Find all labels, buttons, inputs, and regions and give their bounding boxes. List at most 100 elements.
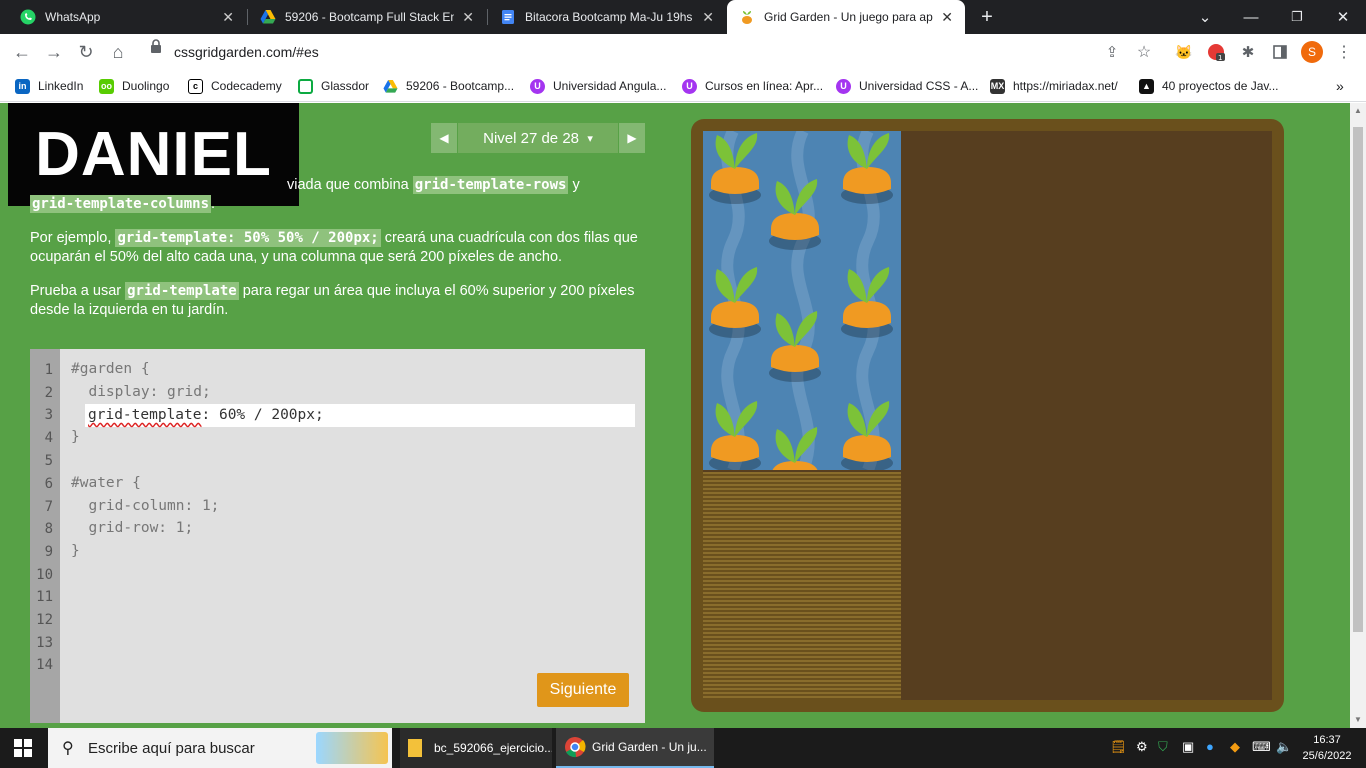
google-drive-icon <box>383 79 398 93</box>
home-button[interactable]: ⌂ <box>106 40 130 64</box>
line-number: 11 <box>36 589 53 605</box>
linkedin-icon: in <box>15 78 30 94</box>
prev-level-button[interactable]: ◀ <box>431 123 457 153</box>
bookmark-bootcamp[interactable]: 59206 - Bootcamp... <box>383 77 514 95</box>
tab-bitacora[interactable]: Bitacora Bootcamp Ma-Ju 19hs - ✕ <box>488 0 726 34</box>
reload-button[interactable]: ↻ <box>74 40 98 64</box>
bookmark-linkedin[interactable]: in LinkedIn <box>15 77 83 95</box>
bookmarks-bar: in LinkedIn oo Duolingo c Codecademy Glassd… <box>0 70 1366 102</box>
text: . <box>211 196 216 212</box>
bookmark-40-proyectos[interactable]: ▲ 40 proyectos de Jav... <box>1139 77 1279 95</box>
close-icon[interactable]: ✕ <box>462 9 474 26</box>
page-scrollbar[interactable]: ▲ ▼ <box>1350 103 1366 728</box>
bookmark-label: Duolingo <box>122 79 170 93</box>
windows-start-icon[interactable] <box>14 739 32 762</box>
tab-title: WhatsApp <box>45 10 101 24</box>
code-line: } <box>71 429 80 445</box>
glassdoor-icon <box>298 78 313 94</box>
forward-button[interactable]: → <box>42 40 66 64</box>
close-icon[interactable]: ✕ <box>222 9 234 26</box>
tray-app-icon[interactable]: ⚙ <box>1136 739 1148 755</box>
next-level-button[interactable]: ▶ <box>619 123 645 153</box>
bookmark-udemy-angular[interactable]: U Universidad Angula... <box>530 77 666 95</box>
code-snippet: grid-template: 50% 50% / 200px; <box>115 229 381 247</box>
bookmark-udemy-css[interactable]: U Universidad CSS - A... <box>836 77 978 95</box>
miriadax-icon: MX <box>990 78 1005 94</box>
carrot <box>709 401 761 470</box>
taskbar-search-box[interactable]: ⚲ Escribe aquí para buscar <box>48 728 392 768</box>
bookmarks-overflow-icon[interactable]: » <box>1336 77 1344 95</box>
tab-bootcamp[interactable]: 59206 - Bootcamp Full Stack Eng ✕ <box>248 0 486 34</box>
taskbar-app-explorer[interactable]: bc_592066_ejercicio... <box>400 728 552 768</box>
text: y <box>568 177 580 193</box>
scroll-up-icon[interactable]: ▲ <box>1354 106 1362 115</box>
duolingo-icon: oo <box>99 78 114 94</box>
network-icon[interactable]: ⌨ <box>1252 739 1271 755</box>
code-line: #garden { <box>71 361 150 377</box>
extension-badge: 1 <box>1218 54 1222 61</box>
taskbar-app-chrome[interactable]: Grid Garden - Un ju... <box>556 728 714 768</box>
prev-arrow-icon: ◀ <box>439 131 449 145</box>
profile-initial: S <box>1301 41 1323 63</box>
text: Prueba a usar <box>30 283 126 299</box>
carrot <box>841 267 893 338</box>
bookmark-glassdor[interactable]: Glassdor <box>298 77 369 95</box>
address-bar[interactable]: cssgridgarden.com/#es <box>142 39 1162 65</box>
code-line: display: grid; <box>71 384 211 400</box>
google-docs-icon <box>502 10 514 24</box>
tray-app-icon[interactable]: ▣ <box>1182 739 1194 755</box>
profile-avatar[interactable]: S <box>1300 40 1324 64</box>
share-icon[interactable]: ⇪ <box>1100 40 1124 64</box>
bookmark-label: Universidad CSS - A... <box>859 79 979 93</box>
taskbar-app-label: bc_592066_ejercicio... <box>434 741 552 755</box>
line-number: 9 <box>44 544 53 560</box>
new-tab-button[interactable]: + <box>964 0 1010 34</box>
carrot <box>709 133 761 204</box>
level-indicator[interactable]: Nivel 27 de 28 ▾ <box>458 123 618 153</box>
udemy-icon: U <box>836 78 851 94</box>
minimize-button[interactable]: — <box>1228 0 1274 34</box>
line-number: 5 <box>44 453 53 469</box>
bookmark-label: 59206 - Bootcamp... <box>406 79 515 93</box>
bookmark-label: Glassdor <box>321 79 370 93</box>
scrollbar-thumb[interactable] <box>1353 127 1363 632</box>
code-line: grid-column: 1; <box>71 498 220 514</box>
extension-cat-icon[interactable]: 🐱 <box>1172 40 1196 64</box>
side-panel-icon[interactable] <box>1268 40 1292 64</box>
menu-kebab-icon[interactable]: ⋮ <box>1332 40 1356 64</box>
tab-search-chevron-icon[interactable]: ⌄ <box>1182 0 1228 34</box>
css-answer-input[interactable]: grid-template: 60% / 200px; <box>85 404 635 427</box>
close-icon[interactable]: ✕ <box>941 9 953 26</box>
daniel-logo-overlay: DANIEL <box>8 103 299 206</box>
next-level-submit-button[interactable]: Siguiente <box>537 673 629 707</box>
bookmark-star-icon[interactable]: ☆ <box>1132 40 1156 64</box>
bookmark-duolingo[interactable]: oo Duolingo <box>99 77 169 95</box>
clock[interactable]: 16:37 25/6/2022 <box>1302 732 1352 764</box>
taskbar-app-label: Grid Garden - Un ju... <box>592 740 707 754</box>
tray-app-icon[interactable]: ● <box>1206 739 1214 754</box>
tray-app-icon[interactable]: ◆ <box>1230 739 1240 755</box>
extensions-puzzle-icon[interactable]: ✱ <box>1236 40 1260 64</box>
carrot <box>709 267 761 338</box>
close-window-button[interactable]: ✕ <box>1320 0 1366 34</box>
extension-adblock-icon[interactable]: 1 <box>1204 40 1228 64</box>
tab-grid-garden[interactable]: Grid Garden - Un juego para apr ✕ <box>727 0 965 34</box>
scroll-down-icon[interactable]: ▼ <box>1354 715 1362 724</box>
volume-icon[interactable]: 🔈 <box>1276 739 1292 755</box>
url-text: cssgridgarden.com/#es <box>174 44 319 60</box>
back-button[interactable]: ← <box>10 40 34 64</box>
tab-whatsapp[interactable]: WhatsApp ✕ <box>8 0 246 34</box>
code-snippet: grid-template <box>125 282 239 300</box>
carrot <box>772 427 818 470</box>
input-value: : 60% / 200px; <box>201 407 324 423</box>
bookmark-udemy-cursos[interactable]: U Cursos en línea: Apr... <box>682 77 823 95</box>
line-number: 4 <box>44 430 53 446</box>
code-line: } <box>71 543 80 559</box>
tray-app-icon[interactable]: 🗒 <box>1110 739 1127 755</box>
line-number: 2 <box>44 385 53 401</box>
bookmark-miriadax[interactable]: MX https://miriadax.net/ <box>990 77 1118 95</box>
close-icon[interactable]: ✕ <box>702 9 714 26</box>
tray-shield-icon[interactable]: ⛉ <box>1158 739 1168 755</box>
restore-button[interactable]: ❐ <box>1274 0 1320 34</box>
bookmark-codecademy[interactable]: c Codecademy <box>188 77 282 95</box>
